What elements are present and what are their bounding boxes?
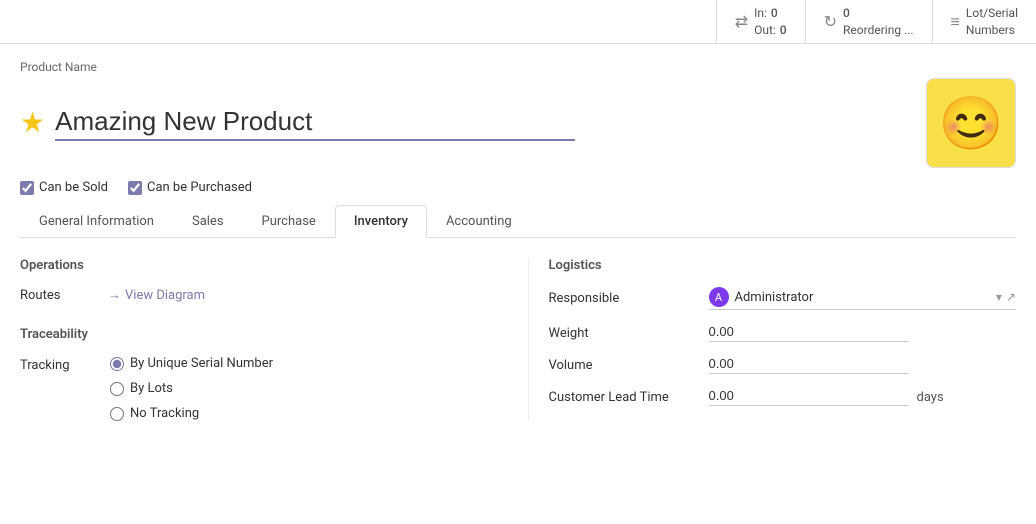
days-suffix: days [917,390,944,405]
list-icon: ≡ [951,12,960,32]
in-value: 0 [771,5,778,22]
routes-label: Routes [20,288,100,303]
routes-row: Routes → View Diagram [20,287,488,303]
reordering-value: 0 [843,5,850,22]
traceability-title: Traceability [20,327,488,342]
main-content: Product Name ★ 😊 Can be Sold Can be Purc… [0,44,1036,421]
reordering-label: Reordering ... [843,22,914,39]
can-be-sold-input[interactable] [20,181,34,195]
out-value: 0 [780,22,787,39]
volume-row: Volume [549,356,1017,374]
tab-sales[interactable]: Sales [173,205,243,237]
operations-title: Operations [20,258,488,273]
tracking-serial-radio[interactable] [110,357,124,371]
can-be-purchased-label: Can be Purchased [147,180,252,195]
product-name-left: ★ [20,106,575,141]
dropdown-icon[interactable]: ▾ [996,290,1002,304]
weight-label: Weight [549,326,709,341]
tab-general-information[interactable]: General Information [20,205,173,237]
tab-purchase[interactable]: Purchase [243,205,335,237]
view-diagram-link[interactable]: → View Diagram [108,287,205,303]
in-label: In: [754,5,767,22]
logistics-title: Logistics [549,258,1017,273]
tab-accounting[interactable]: Accounting [427,205,531,237]
weight-row: Weight [549,324,1017,342]
checkboxes-row: Can be Sold Can be Purchased [20,180,1016,195]
product-name-input[interactable] [55,106,575,141]
product-name-row: ★ 😊 [20,78,1016,168]
transfer-icon: ⇄ [735,12,748,31]
tracking-lots-radio[interactable] [110,382,124,396]
tracking-serial-option[interactable]: By Unique Serial Number [110,356,273,371]
responsible-actions: ▾ ↗ [996,290,1016,304]
can-be-sold-label: Can be Sold [39,180,108,195]
customer-lead-time-row: Customer Lead Time days [549,388,1017,406]
traceability-section: Traceability Tracking By Unique Serial N… [20,327,488,421]
responsible-name: Administrator [735,290,996,305]
tracking-none-option[interactable]: No Tracking [110,406,273,421]
numbers-label: Numbers [966,22,1018,39]
tracking-row: Tracking By Unique Serial Number By Lots [20,356,488,421]
arrow-right-icon: → [108,287,121,303]
tabs-bar: General Information Sales Purchase Inven… [20,205,1016,238]
responsible-row: Responsible A Administrator ▾ ↗ [549,287,1017,310]
product-image: 😊 [926,78,1016,168]
weight-field-value [709,324,1017,342]
right-column: Logistics Responsible A Administrator ▾ [528,258,1017,421]
tracking-none-radio[interactable] [110,407,124,421]
can-be-purchased-checkbox[interactable]: Can be Purchased [128,180,252,195]
volume-field-value [709,356,1017,374]
responsible-field-value: A Administrator ▾ ↗ [709,287,1017,310]
external-link-icon[interactable]: ↗ [1006,290,1016,304]
two-column-layout: Operations Routes → View Diagram Traceab… [20,258,1016,421]
reload-icon: ↻ [824,12,837,31]
tracking-radio-options: By Unique Serial Number By Lots No Track… [110,356,273,421]
in-out-numbers: In: 0 Out: 0 [754,5,787,39]
left-column: Operations Routes → View Diagram Traceab… [20,258,528,421]
lot-serial-label: Lot/Serial [966,5,1018,22]
lot-serial-widget[interactable]: ≡ Lot/Serial Numbers [932,0,1036,43]
star-icon[interactable]: ★ [20,109,45,137]
tracking-label: Tracking [20,356,100,373]
lot-serial-text: Lot/Serial Numbers [966,5,1018,39]
product-name-label: Product Name [20,60,1016,74]
volume-label: Volume [549,358,709,373]
out-label: Out: [754,22,776,39]
tab-inventory[interactable]: Inventory [335,205,427,238]
tracking-lots-option[interactable]: By Lots [110,381,273,396]
top-bar: ⇄ In: 0 Out: 0 ↻ 0 Reordering ... ≡ Lot/… [0,0,1036,44]
responsible-label: Responsible [549,291,709,306]
in-out-widget[interactable]: ⇄ In: 0 Out: 0 [716,0,805,43]
reordering-numbers: 0 Reordering ... [843,5,914,39]
reordering-widget[interactable]: ↻ 0 Reordering ... [805,0,932,43]
can-be-sold-checkbox[interactable]: Can be Sold [20,180,108,195]
responsible-avatar: A [709,287,729,307]
customer-lead-time-field-value: days [709,388,1017,406]
customer-lead-time-input[interactable] [709,388,909,406]
responsible-field[interactable]: A Administrator ▾ ↗ [709,287,1017,310]
can-be-purchased-input[interactable] [128,181,142,195]
inventory-tab-content: Operations Routes → View Diagram Traceab… [20,238,1016,421]
weight-input[interactable] [709,324,909,342]
volume-input[interactable] [709,356,909,374]
customer-lead-time-label: Customer Lead Time [549,390,709,405]
